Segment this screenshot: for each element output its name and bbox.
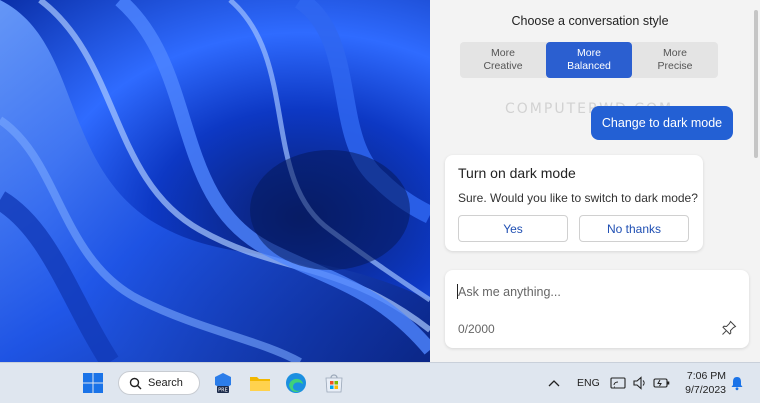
style-balanced-button[interactable]: More Balanced	[546, 42, 632, 78]
desktop-wallpaper	[0, 0, 430, 362]
notification-bell-icon[interactable]	[730, 375, 744, 391]
style-creative-button[interactable]: More Creative	[460, 42, 546, 78]
response-card: Turn on dark mode Sure. Would you like t…	[445, 155, 703, 251]
scrollbar[interactable]	[754, 10, 758, 158]
style-label-line1: More	[577, 47, 601, 59]
taskbar: Search PRE ENG 7:06 PM 9/7/2023	[0, 362, 760, 403]
pin-icon[interactable]	[721, 320, 737, 336]
wallpaper-art	[0, 0, 430, 362]
wifi-display-icon[interactable]	[610, 375, 626, 391]
style-label-line2: Balanced	[567, 60, 611, 72]
card-text: Sure. Would you like to switch to dark m…	[458, 191, 698, 205]
style-precise-button[interactable]: More Precise	[632, 42, 718, 78]
copilot-panel: Choose a conversation style More Creativ…	[430, 0, 760, 362]
language-indicator[interactable]: ENG	[577, 377, 600, 389]
clock[interactable]: 7:06 PM 9/7/2023	[680, 369, 726, 397]
yes-button[interactable]: Yes	[458, 215, 568, 242]
style-label-line2: Precise	[657, 60, 693, 72]
search-icon	[129, 377, 142, 389]
svg-text:PRE: PRE	[218, 388, 228, 394]
battery-icon[interactable]	[653, 375, 671, 391]
file-explorer-icon[interactable]	[248, 371, 272, 395]
taskbar-search[interactable]: Search	[118, 371, 200, 395]
clock-time: 7:06 PM	[686, 370, 726, 382]
windows-start-icon[interactable]	[81, 371, 105, 395]
chevron-up-icon[interactable]	[548, 378, 560, 388]
style-label-line1: More	[491, 47, 515, 59]
volume-icon[interactable]	[632, 375, 648, 391]
user-message-bubble: Change to dark mode	[591, 106, 733, 140]
microsoft-store-icon[interactable]	[322, 371, 346, 395]
no-thanks-button[interactable]: No thanks	[579, 215, 689, 242]
edge-icon[interactable]	[284, 371, 308, 395]
search-label: Search	[148, 377, 183, 389]
chat-input[interactable]: Ask me anything... 0/2000	[445, 270, 749, 348]
input-placeholder: Ask me anything...	[458, 285, 561, 299]
style-label-line1: More	[663, 47, 687, 59]
pre-release-app-icon[interactable]: PRE	[211, 371, 235, 395]
character-counter: 0/2000	[458, 322, 495, 336]
conversation-style-selector: More Creative More Balanced More Precise	[460, 42, 718, 78]
card-title: Turn on dark mode	[458, 165, 576, 181]
style-label-line2: Creative	[483, 60, 523, 72]
clock-date: 9/7/2023	[685, 384, 726, 396]
conversation-style-title: Choose a conversation style	[511, 14, 669, 28]
